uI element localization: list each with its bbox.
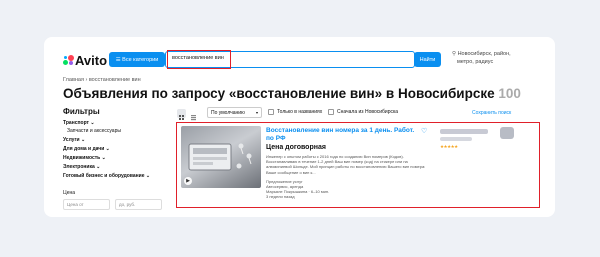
sort-select[interactable]: По умолчанию ▾ — [207, 107, 262, 118]
results-count: 100 — [498, 86, 521, 101]
only-titles-label: Только в названиях — [277, 109, 323, 115]
seller-info-blurred — [440, 137, 472, 141]
only-titles-checkbox[interactable]: Только в названиях — [268, 109, 322, 115]
listing-price: Цена договорная — [266, 144, 326, 151]
seller-rating-stars: ★★★★★ — [440, 144, 458, 149]
filter-realty[interactable]: Недвижимость ⌄ — [63, 155, 106, 161]
listing-photo[interactable]: ▶ — [181, 126, 261, 188]
price-from-input[interactable]: Цена от — [63, 199, 110, 210]
page-card: Avito ☰ Все категории Найти ⚲ Новосибирс… — [44, 37, 555, 217]
avito-logo[interactable]: Avito — [63, 53, 107, 68]
location-line-1: Новосибирск, район, — [457, 51, 511, 57]
price-to-input[interactable]: до, руб. — [115, 199, 162, 210]
avito-logo-icon — [63, 55, 74, 66]
seller-name-blurred — [440, 129, 488, 134]
play-icon[interactable]: ▶ — [184, 177, 192, 185]
filter-home[interactable]: Для дома и дачи ⌄ — [63, 146, 110, 152]
checkbox-box[interactable] — [328, 109, 334, 115]
listing-title[interactable]: Восстановление вин номера за 1 день. Раб… — [266, 127, 421, 143]
seller-block[interactable]: ★★★★★ — [440, 127, 514, 150]
filter-business[interactable]: Готовый бизнес и оборудование ⌄ — [63, 173, 150, 179]
listing-description-text: Инженер с опытом работы с 2016 года по с… — [266, 154, 426, 175]
filter-transport[interactable]: Транспорт ⌄ — [63, 120, 95, 126]
checkbox-box[interactable] — [268, 109, 274, 115]
novosibirsk-first-label: Сначала из Новосибирска — [337, 109, 399, 115]
avito-logo-text: Avito — [75, 53, 108, 68]
all-categories-button[interactable]: ☰ Все категории — [109, 52, 165, 67]
location-line-2: метро, радиус — [457, 59, 494, 65]
list-view-icon[interactable] — [189, 109, 198, 121]
listing-description: Инженер с опытом работы с 2016 года по с… — [266, 154, 426, 200]
search-highlight-frame — [167, 50, 231, 69]
breadcrumb[interactable]: Главная › восстановление вин — [63, 77, 141, 83]
page-title: Объявления по запросу «восстановление ви… — [63, 86, 521, 101]
chevron-down-icon: ▾ — [255, 110, 258, 115]
page-title-text: Объявления по запросу «восстановление ви… — [63, 86, 495, 101]
license-plate-illustration — [188, 143, 252, 171]
save-search-link[interactable]: Сохранить поиск — [472, 110, 511, 116]
favorite-heart-icon[interactable]: ♡ — [421, 127, 427, 135]
sort-value: По умолчанию — [211, 110, 245, 116]
grid-view-icon[interactable] — [177, 109, 186, 120]
seller-avatar[interactable] — [500, 127, 514, 139]
filter-services[interactable]: Услуги ⌄ — [63, 137, 85, 143]
find-button[interactable]: Найти — [414, 52, 441, 67]
location-pin-icon: ⚲ — [452, 51, 457, 57]
price-label: Цена — [63, 190, 76, 196]
novosibirsk-first-checkbox[interactable]: Сначала из Новосибирска — [328, 109, 398, 115]
listing-meta-4: 3 недели назад — [266, 194, 295, 200]
filters-heading: Фильтры — [63, 107, 100, 116]
filter-electronics[interactable]: Электроника ⌄ — [63, 164, 100, 170]
filter-parts[interactable]: Запчасти и аксессуары — [67, 128, 121, 134]
location-selector[interactable]: ⚲ Новосибирск, район, метро, радиус — [452, 50, 512, 66]
